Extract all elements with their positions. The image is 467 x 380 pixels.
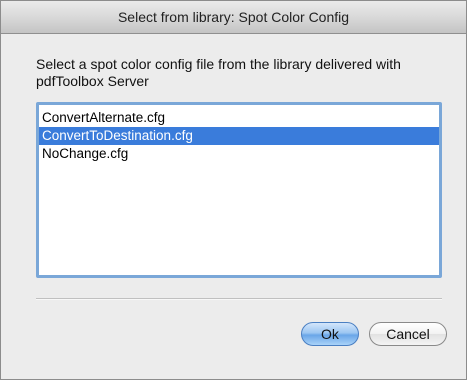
config-file-list[interactable]: ConvertAlternate.cfg ConvertToDestinatio… — [36, 102, 442, 278]
cancel-button[interactable]: Cancel — [369, 322, 447, 346]
instruction-text: Select a spot color config file from the… — [36, 56, 401, 89]
ok-button[interactable]: Ok — [301, 322, 359, 346]
divider — [36, 298, 442, 300]
list-item-nochange[interactable]: NoChange.cfg — [39, 145, 439, 163]
dialog-window: Select from library: Spot Color Config S… — [0, 0, 467, 380]
dialog-title: Select from library: Spot Color Config — [1, 1, 466, 34]
list-item-converttodestination[interactable]: ConvertToDestination.cfg — [39, 127, 439, 145]
list-item-convertalternate[interactable]: ConvertAlternate.cfg — [39, 109, 439, 127]
